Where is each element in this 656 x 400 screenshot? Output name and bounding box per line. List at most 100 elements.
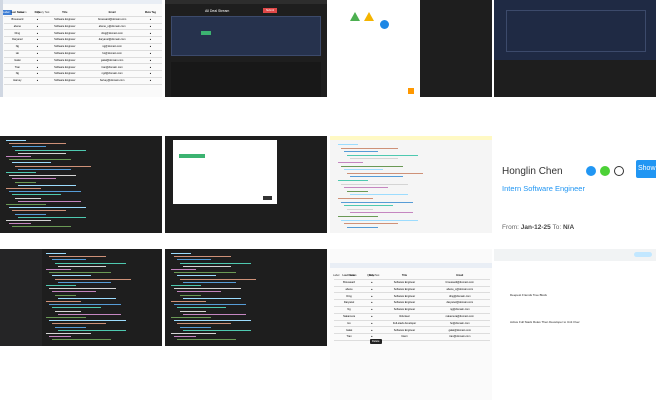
cell-email: ding@domain.com (85, 29, 139, 38)
table-row[interactable]: Galat ● Software Engineer galat@domain.com (334, 326, 490, 335)
table-row[interactable]: Daryanel ● Software Engineer daryanel@domai… (334, 299, 490, 307)
table-row[interactable]: Galat ● Software Engineer galat@domain.com ● (4, 57, 162, 65)
table-row[interactable]: abene ● Software Engineer abene_s@domain.co… (334, 286, 490, 294)
table-row[interactable]: Daryanel ● Software Engineer daryanel@domai… (4, 36, 162, 44)
role-icon: ● (30, 16, 45, 24)
to-value: N/A (562, 224, 575, 231)
role-icon: ● (30, 57, 45, 65)
code-line (177, 307, 226, 309)
table-row[interactable]: Ho ● Full-stack developer ho@domain.com (334, 320, 490, 328)
console-panel (171, 62, 321, 97)
code-line (177, 323, 231, 325)
cell-last-name: Ho (334, 320, 365, 328)
code-line (347, 208, 373, 210)
tile-code-light (330, 136, 492, 233)
code-line (9, 191, 81, 193)
cell-title: Software Engineer (44, 43, 86, 51)
table-row[interactable]: abene ● Software Engineer abene_s@domain.co… (4, 23, 162, 31)
code-line (350, 212, 413, 214)
code-line (183, 313, 246, 315)
doc-heading: Deepest Friends Tree Block (510, 293, 548, 297)
code-line (58, 297, 116, 299)
table-row[interactable]: Ng ● Software Engineer ng2@domain.com ● (4, 70, 162, 78)
code-line (6, 204, 46, 205)
role-icon: ● (30, 36, 45, 44)
table-row[interactable]: Tran ● Intern tran@domain.com (334, 333, 490, 341)
cell-title: Software Engineer (379, 306, 430, 314)
green-button[interactable] (179, 154, 205, 158)
code-line (9, 159, 71, 161)
tile-editor-split (330, 0, 492, 97)
green-button[interactable] (201, 31, 211, 35)
code-line (9, 207, 86, 209)
screenshot-grid: Label Learn Query Test Last Name Role Ti… (0, 0, 656, 400)
submit-button[interactable]: Submit (263, 8, 277, 13)
code-line (6, 188, 41, 189)
code-line (347, 190, 368, 192)
code-line (174, 336, 196, 338)
code-line (58, 265, 106, 267)
profile-name: Honglin Chen (502, 166, 563, 177)
table-row[interactable]: Tran ● Software Engineer tran@domain.com ● (4, 63, 162, 72)
cell-last-name: Ng (334, 306, 365, 314)
cell-title: Software Engineer (44, 50, 86, 58)
cell-last-name: Daryanel (334, 299, 365, 307)
code-line (15, 149, 86, 151)
share-button[interactable] (634, 252, 652, 257)
table-row[interactable]: Broussard ● Software Engineer broussard@dom… (4, 16, 162, 24)
code-line (52, 339, 111, 341)
code-line (9, 143, 66, 145)
code-line (6, 172, 36, 173)
code-line (15, 165, 91, 167)
cell-title: Volunteer (379, 313, 430, 321)
code-line (347, 154, 418, 156)
info-icon[interactable] (586, 166, 596, 176)
table-row[interactable]: Harvey ● Software Engineer harvey@domain.co… (4, 77, 162, 85)
profile-dates: From: Jan-12-25 To: N/A (502, 224, 574, 231)
code-line (344, 187, 388, 189)
code-line (177, 259, 211, 261)
role-icon: ● (138, 29, 162, 38)
tooltip: Delete (370, 339, 382, 344)
triangle-icon (364, 12, 374, 21)
code-line (46, 317, 86, 318)
show-button[interactable]: Show (636, 160, 656, 178)
code-line (46, 269, 71, 270)
file-explorer (0, 249, 42, 346)
code-line (52, 307, 101, 309)
role-icon: ● (138, 16, 162, 24)
cell-last-name: Ng (4, 43, 31, 51)
code-line (58, 329, 126, 331)
cell-title: Software Engineer (44, 36, 86, 44)
cell-title: Software Engineer (44, 16, 86, 24)
table-row[interactable]: Ng ● Software Engineer ng@domain.com (334, 306, 490, 314)
code-line (49, 320, 126, 322)
table-row[interactable]: Ng ● Software Engineer ng@domain.com ● (4, 43, 162, 51)
table-row[interactable]: Ding ● Software Engineer ding@domain.com ● (4, 29, 162, 38)
square-icon (408, 88, 414, 94)
role-icon: ● (138, 70, 162, 78)
cell-last-name: Ding (334, 292, 365, 301)
cell-email: harvey@domain.com (85, 77, 139, 85)
dark-button[interactable] (263, 196, 272, 200)
code-line (350, 176, 403, 178)
code-line (55, 294, 76, 296)
role-icon: ● (138, 57, 162, 65)
table-row[interactable]: Nakamura ● Volunteer nakamura@domain.com (334, 313, 490, 321)
cell-title: Software Engineer (44, 23, 86, 31)
code-line (12, 162, 51, 164)
code-line (55, 278, 131, 280)
code-line (344, 169, 383, 171)
cell-email: ding@domain.com (429, 292, 490, 301)
code-line (49, 336, 71, 338)
profile-card: Honglin Chen Show Intern Software Engine… (494, 136, 656, 233)
tile-document: Deepest Friends Tree Block Active Full S… (494, 249, 656, 400)
table-row[interactable]: Broussard ● Software Engineer broussard@dom… (334, 279, 490, 287)
code-line (174, 272, 236, 274)
code-line (18, 168, 71, 170)
cell-last-name: Ng (4, 70, 31, 78)
role-icon: ● (138, 77, 162, 85)
table-row[interactable]: Ho ● Software Engineer ho@domain.com ● (4, 50, 162, 58)
table-row[interactable]: Ding ● Software Engineer ding@domain.com (334, 292, 490, 301)
clock-icon[interactable] (614, 166, 624, 176)
